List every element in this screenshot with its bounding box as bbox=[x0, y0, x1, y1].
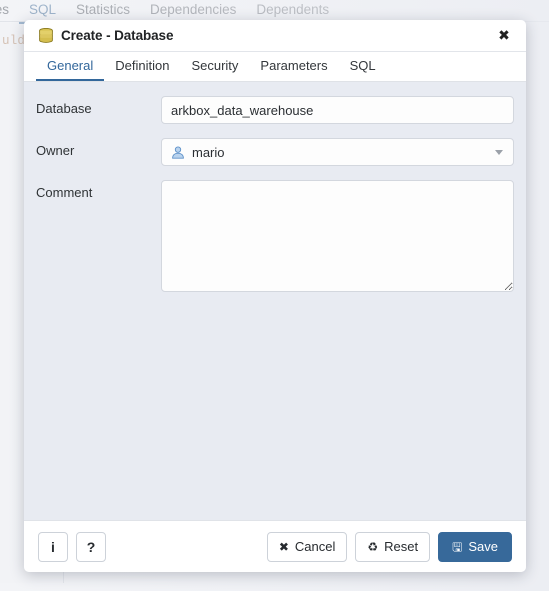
comment-textarea[interactable] bbox=[161, 180, 514, 292]
database-label: Database bbox=[36, 101, 92, 116]
bg-tab-statistics[interactable]: Statistics bbox=[66, 0, 140, 22]
dialog-title: Create - Database bbox=[61, 28, 174, 43]
tab-sql[interactable]: SQL bbox=[339, 52, 387, 81]
recycle-icon: ♻ bbox=[367, 539, 379, 554]
comment-field-row: Comment bbox=[36, 180, 514, 292]
bg-tab-properties[interactable]: ties bbox=[0, 0, 19, 22]
help-button[interactable]: ? bbox=[76, 531, 106, 562]
background-tab-bar: ties SQL Statistics Dependencies Depende… bbox=[0, 0, 549, 24]
cancel-button[interactable]: ✖ Cancel bbox=[266, 531, 348, 562]
dialog-form-body: Database Owner mario Comment bbox=[24, 82, 526, 520]
dialog-tab-strip: General Definition Security Parameters S… bbox=[24, 52, 526, 82]
background-code-text: uld bbox=[2, 34, 26, 48]
close-icon[interactable]: ✖ bbox=[494, 26, 514, 46]
user-icon bbox=[172, 145, 184, 159]
tab-definition[interactable]: Definition bbox=[104, 52, 180, 81]
close-x-icon: ✖ bbox=[278, 539, 289, 554]
database-field-row: Database bbox=[36, 96, 514, 124]
tab-security[interactable]: Security bbox=[180, 52, 249, 81]
floppy-disk-icon: 🖫 bbox=[452, 539, 463, 554]
cancel-button-label: Cancel bbox=[294, 539, 336, 554]
database-name-input[interactable] bbox=[161, 96, 514, 124]
info-button[interactable]: i bbox=[38, 531, 68, 562]
comment-field-wrap bbox=[161, 180, 514, 292]
bg-tab-dependents[interactable]: Dependents bbox=[246, 0, 339, 22]
database-field-wrap bbox=[161, 96, 514, 124]
bg-tab-dependencies[interactable]: Dependencies bbox=[140, 0, 246, 22]
reset-button-label: Reset bbox=[384, 539, 419, 554]
create-database-dialog: Create - Database ✖ General Definition S… bbox=[24, 20, 526, 572]
owner-value: mario bbox=[192, 144, 225, 160]
tab-general[interactable]: General bbox=[36, 52, 105, 81]
dialog-footer: i ? ✖ Cancel ♻ Reset 🖫 Save bbox=[24, 520, 526, 572]
chevron-down-icon bbox=[495, 149, 503, 155]
tab-parameters[interactable]: Parameters bbox=[249, 52, 338, 81]
dialog-title-bar: Create - Database ✖ bbox=[24, 20, 526, 52]
owner-select[interactable]: mario bbox=[161, 138, 514, 166]
save-button-label: Save bbox=[468, 539, 498, 554]
owner-field-row: Owner mario bbox=[36, 138, 514, 166]
owner-field-wrap: mario bbox=[161, 138, 514, 166]
reset-button[interactable]: ♻ Reset bbox=[355, 531, 431, 562]
save-button[interactable]: 🖫 Save bbox=[438, 531, 512, 562]
comment-label: Comment bbox=[36, 185, 93, 200]
owner-label: Owner bbox=[36, 143, 75, 158]
database-icon bbox=[39, 28, 53, 43]
